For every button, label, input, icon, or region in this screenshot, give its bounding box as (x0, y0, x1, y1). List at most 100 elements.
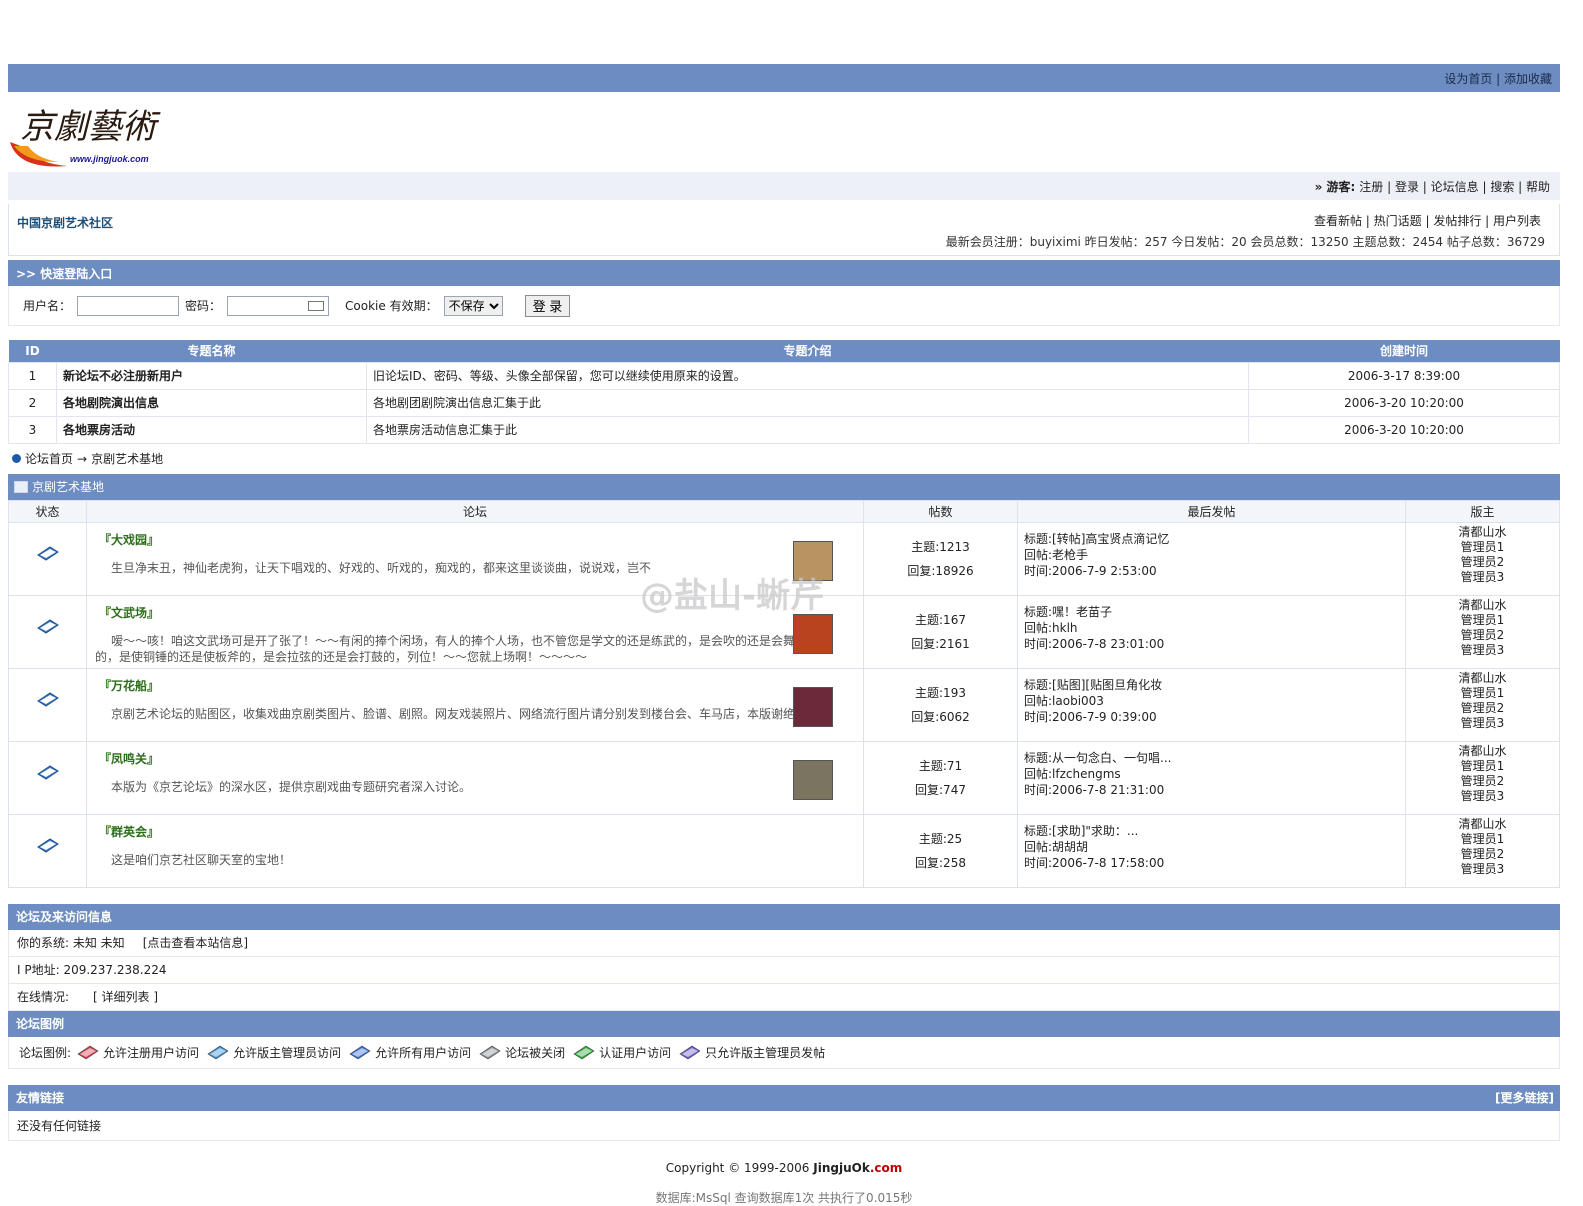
moderator-name[interactable]: 管理员2 (1406, 774, 1559, 789)
links-empty: 还没有任何链接 (17, 1118, 102, 1133)
logo-area: 京劇藝術 www.jingjuok.com (8, 92, 1560, 172)
moderator-name[interactable]: 管理员3 (1406, 789, 1559, 804)
last-post-replier[interactable]: 回帖:胡胡胡 (1024, 839, 1405, 855)
forum-thumbnail (793, 613, 833, 654)
forum-lastpost-cell: 标题:[求助]"求助：... 回帖:胡胡胡 时间:2006-7-8 17:58:… (1017, 813, 1406, 888)
online-row: 在线情况: [ 详细列表 ] (8, 983, 1560, 1011)
forum-category-title: 京剧艺术基地 (8, 473, 1560, 500)
login-button[interactable]: 登 录 (524, 294, 571, 317)
topic-row: 1 新论坛不必注册新用户 旧论坛ID、密码、等级、头像全部保留，您可以继续使用原… (8, 361, 1560, 390)
moderator-name[interactable]: 管理员2 (1406, 847, 1559, 862)
forum-count-cell: 主题:193 回复:6062 (863, 667, 1018, 742)
footer-brand[interactable]: JingjuOk (813, 1161, 870, 1175)
info-links[interactable]: 查看新帖 | 热门话题 | 发帖排行 | 用户列表 (1314, 212, 1541, 229)
moderator-name[interactable]: 管理员3 (1406, 570, 1559, 585)
cookie-select[interactable]: 不保存 (443, 295, 503, 316)
more-links[interactable]: [更多链接] (1495, 1089, 1554, 1106)
legend-forum-icon (77, 1045, 99, 1060)
col-last-post: 最后发帖 (1017, 499, 1406, 523)
topic-name[interactable]: 各地票房活动 (56, 415, 367, 444)
forum-topic-count: 主题:1213 (911, 539, 970, 554)
breadcrumb-home[interactable]: 论坛首页 (25, 450, 73, 467)
breadcrumb-current[interactable]: 京剧艺术基地 (91, 450, 163, 467)
last-post-title[interactable]: 标题:从一句念白、一句唱... (1024, 750, 1405, 766)
site-name[interactable]: 中国京剧艺术社区 (17, 214, 113, 231)
topic-name[interactable]: 各地剧院演出信息 (56, 388, 367, 417)
moderator-name[interactable]: 清都山水 (1406, 744, 1559, 759)
legend-text: 只允许版主管理员发帖 (705, 1045, 826, 1060)
forum-desc: 本版为《京艺论坛》的深水区，提供京剧戏曲专题研究者深入讨论。 (111, 779, 472, 794)
legend-text: 论坛被关闭 (505, 1045, 566, 1060)
forum-cell: 『凤鸣关』 本版为《京艺论坛》的深水区，提供京剧戏曲专题研究者深入讨论。 (86, 740, 864, 815)
forum-cell: 『文武场』 嗳～～咳！咱这文武场可是开了张了！～～有闲的捧个闲场，有人的捧个人场… (86, 594, 864, 669)
footer-domain[interactable]: .com (870, 1161, 902, 1175)
system-info-link[interactable]: [点击查看本站信息] (143, 934, 248, 951)
forum-mods-cell: 清都山水 管理员1 管理员2 管理员3 (1405, 667, 1560, 742)
legend-item: 允许所有用户访问 (349, 1043, 471, 1061)
last-post-replier[interactable]: 回帖:lfzchengms (1024, 766, 1405, 782)
forum-row: 『文武场』 嗳～～咳！咱这文武场可是开了张了！～～有闲的捧个闲场，有人的捧个人场… (8, 594, 1560, 669)
moderator-name[interactable]: 清都山水 (1406, 525, 1559, 540)
moderator-name[interactable]: 管理员2 (1406, 628, 1559, 643)
topic-id: 3 (8, 415, 57, 444)
site-logo[interactable]: 京劇藝術 www.jingjuok.com (8, 96, 188, 174)
moderator-name[interactable]: 管理员2 (1406, 701, 1559, 716)
breadcrumb-arrow: → (77, 451, 88, 466)
forum-status-cell (8, 813, 87, 888)
forum-reply-count: 回复:258 (915, 855, 966, 870)
forum-row: 『大戏园』 生旦净末丑，神仙老虎狗，让天下唱戏的、好戏的、听戏的，痴戏的，都来这… (8, 521, 1560, 596)
keyboard-icon[interactable] (308, 300, 325, 311)
moderator-name[interactable]: 管理员3 (1406, 862, 1559, 877)
forum-count-cell: 主题:25 回复:258 (863, 813, 1018, 888)
moderator-name[interactable]: 管理员1 (1406, 686, 1559, 701)
last-post-title[interactable]: 标题:[转帖]高宝贤点滴记忆 (1024, 531, 1405, 547)
moderator-name[interactable]: 管理员1 (1406, 832, 1559, 847)
system-row: 你的系统: 未知 未知 [点击查看本站信息] (8, 929, 1560, 957)
last-post-replier[interactable]: 回帖:hklh (1024, 620, 1405, 636)
breadcrumb-dot-icon (12, 454, 21, 463)
login-form: 用户名： 密码： Cookie 有效期： 不保存 登 录 (8, 286, 1560, 326)
moderator-name[interactable]: 管理员3 (1406, 643, 1559, 658)
col-status: 状态 (8, 499, 87, 523)
col-created: 创建时间 (1248, 340, 1560, 362)
legend-item: 认证用户访问 (573, 1043, 671, 1061)
forum-status-cell (8, 521, 87, 596)
moderator-name[interactable]: 管理员1 (1406, 613, 1559, 628)
visit-title: 论坛及来访问信息 (16, 910, 113, 924)
topic-name[interactable]: 新论坛不必注册新用户 (56, 361, 367, 390)
forum-name[interactable]: 『群英会』 (99, 823, 863, 840)
forum-topic-count: 主题:71 (918, 758, 963, 773)
col-topic-name: 专题名称 (56, 340, 367, 362)
last-post-title[interactable]: 标题:[求助]"求助：... (1024, 823, 1405, 839)
moderator-name[interactable]: 管理员1 (1406, 759, 1559, 774)
moderator-name[interactable]: 清都山水 (1406, 671, 1559, 686)
moderator-name[interactable]: 管理员1 (1406, 540, 1559, 555)
last-post-title[interactable]: 标题:嘿！老苗子 (1024, 604, 1405, 620)
moderator-name[interactable]: 清都山水 (1406, 598, 1559, 613)
user-links[interactable]: 注册 | 登录 | 论坛信息 | 搜索 | 帮助 (1359, 178, 1550, 195)
legend-label: 论坛图例: (19, 1045, 72, 1060)
moderator-name[interactable]: 管理员2 (1406, 555, 1559, 570)
top-links[interactable]: 设为首页 | 添加收藏 (1444, 70, 1552, 87)
forum-name[interactable]: 『万花船』 (99, 677, 863, 694)
password-label: 密码： (185, 299, 222, 313)
username-input[interactable] (77, 295, 180, 316)
legend-text: 允许注册用户访问 (103, 1045, 200, 1060)
guest-label: » 游客: (1314, 179, 1356, 194)
topic-id: 2 (8, 388, 57, 417)
forum-name[interactable]: 『凤鸣关』 (99, 750, 863, 767)
last-post-replier[interactable]: 回帖:laobi003 (1024, 693, 1405, 709)
legend-item: 论坛被关闭 (479, 1043, 565, 1061)
online-label: 在线情况: (17, 990, 70, 1004)
last-post-replier[interactable]: 回帖:老枪手 (1024, 547, 1405, 563)
category-title[interactable]: 京剧艺术基地 (32, 478, 104, 495)
online-list-link[interactable]: [ 详细列表 ] (93, 988, 158, 1005)
forum-lastpost-cell: 标题:从一句念白、一句唱... 回帖:lfzchengms 时间:2006-7-… (1017, 740, 1406, 815)
forum-mods-cell: 清都山水 管理员1 管理员2 管理员3 (1405, 740, 1560, 815)
forum-name[interactable]: 『文武场』 (99, 604, 863, 621)
moderator-name[interactable]: 清都山水 (1406, 817, 1559, 832)
ip-info: I P地址: 209.237.238.224 (17, 963, 167, 977)
moderator-name[interactable]: 管理员3 (1406, 716, 1559, 731)
forum-name[interactable]: 『大戏园』 (99, 531, 863, 548)
last-post-title[interactable]: 标题:[贴图][贴图旦角化妆 (1024, 677, 1405, 693)
